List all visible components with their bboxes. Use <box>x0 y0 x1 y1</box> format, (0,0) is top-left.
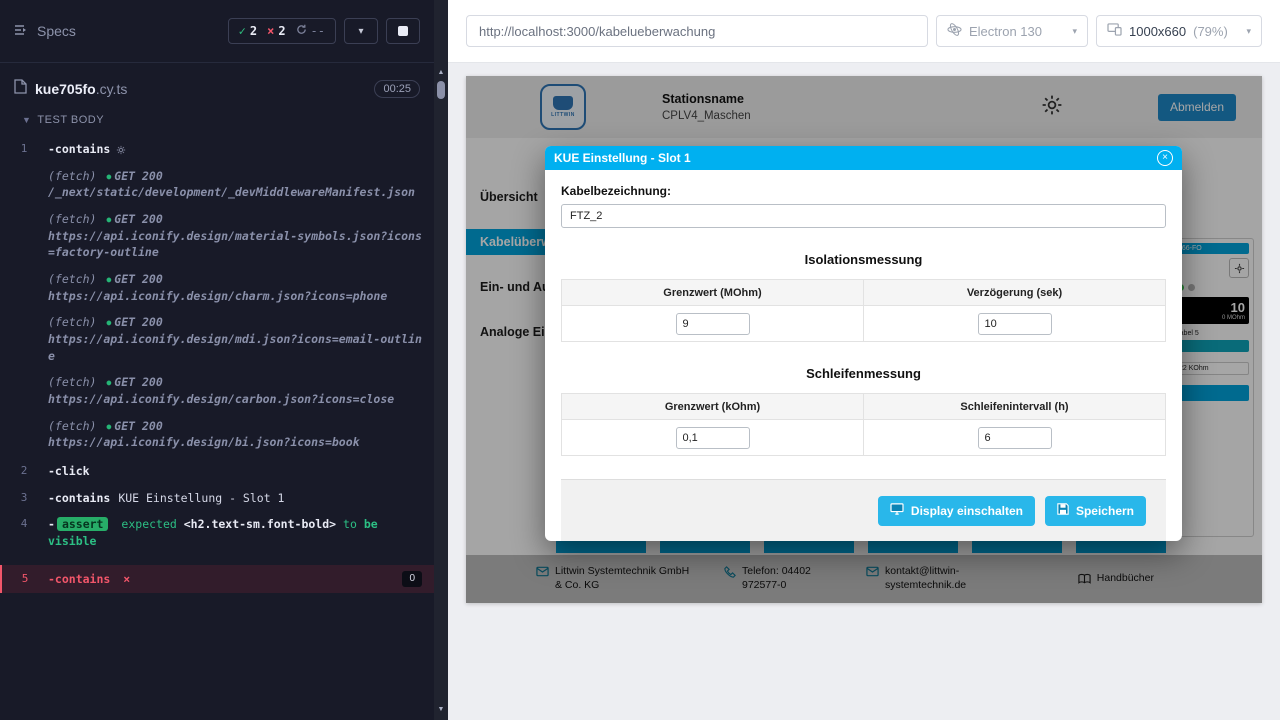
command-row[interactable]: 3 -containsKUE Einstellung - Slot 1 <box>0 487 434 510</box>
command-argument: KUE Einstellung - Slot 1 <box>118 491 284 505</box>
reporter-header: Specs ✓2 ×2 -- ▾ <box>0 0 434 63</box>
gear-icon <box>116 144 126 158</box>
iso-col1-header: Grenzwert (MOhm) <box>562 280 864 306</box>
viewport-icon <box>1107 23 1122 39</box>
spec-file-icon <box>14 79 27 98</box>
dialog-title: KUE Einstellung - Slot 1 <box>554 151 691 165</box>
screen: Specs ✓2 ×2 -- ▾ kue705fo.cy.ts <box>0 0 1280 720</box>
command-row[interactable]: 1 -contains <box>0 138 434 163</box>
status-dot-icon: ● <box>106 422 111 431</box>
specs-button[interactable]: Specs <box>14 23 76 39</box>
scrollbar-thumb[interactable] <box>437 81 445 99</box>
assert-row[interactable]: 4 -assert expected <h2.text-sm.font-bold… <box>0 513 434 552</box>
network-log-row[interactable]: (fetch)●GET 200 https://api.iconify.desi… <box>0 266 434 309</box>
status-dot-icon: ● <box>106 318 111 327</box>
specs-label: Specs <box>37 23 76 39</box>
iso-col2-header: Verzögerung (sek) <box>864 280 1166 306</box>
browser-select[interactable]: Electron 130 ▾ <box>936 15 1088 47</box>
reporter-scrollbar[interactable]: ▲ ▼ <box>434 0 448 720</box>
chevron-down-icon: ▾ <box>1072 26 1077 37</box>
network-log-row[interactable]: (fetch)●GET 200 https://api.iconify.desi… <box>0 206 434 266</box>
isolation-section-title: Isolationsmessung <box>561 252 1166 267</box>
failed-stat: ×2 <box>267 24 285 38</box>
save-button[interactable]: Speichern <box>1045 496 1146 526</box>
url-input[interactable] <box>466 15 928 47</box>
kue-settings-dialog: KUE Einstellung - Slot 1 × Kabelbezeichn… <box>545 146 1182 541</box>
electron-icon <box>947 22 962 40</box>
passed-stat: ✓2 <box>239 24 257 38</box>
collapse-button[interactable]: ▾ <box>344 18 378 44</box>
network-log-row[interactable]: (fetch)●GET 200 https://api.iconify.desi… <box>0 309 434 369</box>
network-log-row[interactable]: (fetch)●GET 200 /_next/static/developmen… <box>0 163 434 206</box>
monitor-icon <box>890 503 904 518</box>
command-log: 1 -contains (fetch)●GET 200 /_next/stati… <box>0 134 434 720</box>
status-dot-icon: ● <box>106 215 111 224</box>
loop-table: Grenzwert (kOhm) Schleifenintervall (h) <box>561 393 1166 456</box>
reporter-controls: ✓2 ×2 -- ▾ <box>228 18 420 44</box>
fail-x-icon: × <box>123 572 130 586</box>
scroll-up-icon[interactable]: ▲ <box>438 68 445 78</box>
command-row[interactable]: 2 -click <box>0 460 434 483</box>
viewport-size: 1000x660 <box>1129 24 1186 39</box>
stop-button[interactable] <box>386 18 420 44</box>
suite-title: TEST BODY <box>37 114 104 126</box>
loop-section-title: Schleifenmessung <box>561 366 1166 381</box>
failed-command-row[interactable]: 5 -contains × 0 <box>0 565 434 594</box>
cable-name-label: Kabelbezeichnung: <box>561 184 1166 198</box>
loop-col2-header: Schleifenintervall (h) <box>864 394 1166 420</box>
spec-name: kue705fo.cy.ts <box>35 81 127 97</box>
status-dot-icon: ● <box>106 275 111 284</box>
loop-limit-input[interactable] <box>676 427 750 449</box>
specs-list-icon <box>14 23 29 39</box>
pending-stat: -- <box>296 24 325 38</box>
chevron-down-icon: ▾ <box>358 26 363 37</box>
floppy-disk-icon <box>1057 503 1069 518</box>
suite-header[interactable]: ▼ TEST BODY <box>0 108 434 134</box>
assert-badge: assert <box>57 517 109 531</box>
network-log-row[interactable]: (fetch)●GET 200 https://api.iconify.desi… <box>0 413 434 456</box>
scroll-down-icon[interactable]: ▼ <box>438 705 445 715</box>
chevron-down-icon: ▾ <box>1246 26 1251 37</box>
spec-duration: 00:25 <box>374 80 420 98</box>
aut-panel: Electron 130 ▾ 1000x660 (79%) ▾ LITTWIN <box>448 0 1280 720</box>
x-icon: × <box>267 24 274 38</box>
dialog-body: Kabelbezeichnung: Isolationsmessung Gren… <box>545 170 1182 541</box>
status-dot-icon: ● <box>106 172 111 181</box>
viewport-zoom: (79%) <box>1193 24 1228 39</box>
check-icon: ✓ <box>239 24 246 38</box>
element-count-badge: 0 <box>402 571 422 588</box>
isolation-table: Grenzwert (MOhm) Verzögerung (sek) <box>561 279 1166 342</box>
viewport-select[interactable]: 1000x660 (79%) ▾ <box>1096 15 1262 47</box>
stop-icon <box>398 26 408 36</box>
display-on-button[interactable]: Display einschalten <box>878 496 1035 526</box>
spec-title-row[interactable]: kue705fo.cy.ts 00:25 <box>0 63 434 108</box>
chevron-down-icon: ▼ <box>22 115 31 125</box>
dialog-footer: Display einschalten Speichern <box>561 479 1166 541</box>
cable-name-input[interactable] <box>561 204 1166 228</box>
status-dot-icon: ● <box>106 378 111 387</box>
aut-stage: LITTWIN Stationsname CPLV4_Maschen Abmel… <box>448 63 1280 720</box>
network-log-row[interactable]: (fetch)●GET 200 https://api.iconify.desi… <box>0 369 434 412</box>
browser-name: Electron 130 <box>969 24 1042 39</box>
loop-col1-header: Grenzwert (kOhm) <box>562 394 864 420</box>
refresh-icon <box>296 24 307 38</box>
loop-interval-input[interactable] <box>978 427 1052 449</box>
cypress-reporter: Specs ✓2 ×2 -- ▾ kue705fo.cy.ts <box>0 0 434 720</box>
close-icon[interactable]: × <box>1157 150 1173 166</box>
app-screenshot: LITTWIN Stationsname CPLV4_Maschen Abmel… <box>466 76 1262 603</box>
test-stats[interactable]: ✓2 ×2 -- <box>228 18 336 44</box>
iso-limit-input[interactable] <box>676 313 750 335</box>
dialog-header: KUE Einstellung - Slot 1 × <box>545 146 1182 170</box>
aut-toolbar: Electron 130 ▾ 1000x660 (79%) ▾ <box>448 0 1280 63</box>
iso-delay-input[interactable] <box>978 313 1052 335</box>
